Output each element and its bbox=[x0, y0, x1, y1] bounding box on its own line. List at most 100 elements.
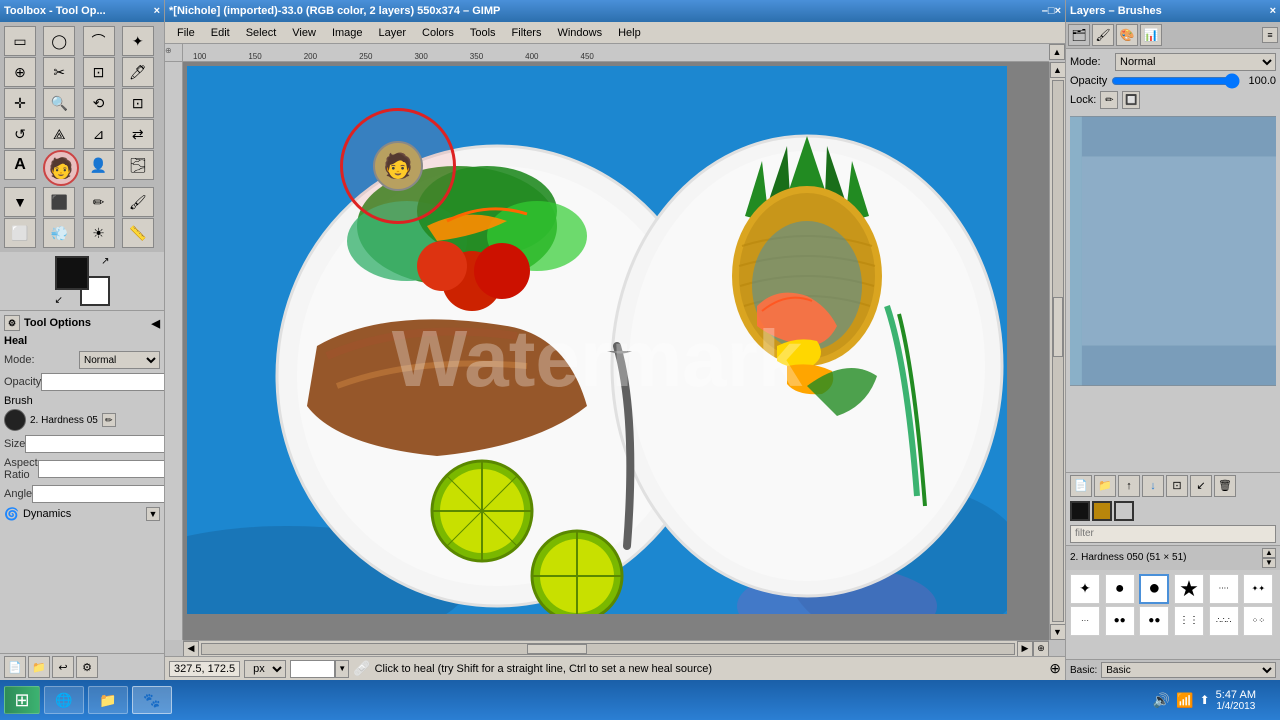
layers-tab-icon1[interactable]: 🗂 bbox=[1068, 24, 1090, 46]
color-swap-icon[interactable]: ↗ bbox=[101, 256, 109, 267]
scroll-up-btn[interactable]: ▲ bbox=[1049, 44, 1065, 60]
expand-status-btn[interactable]: ⊕ bbox=[1049, 660, 1061, 677]
lock-pixels-btn[interactable]: ✏ bbox=[1100, 91, 1118, 109]
undo-btn[interactable]: ↩ bbox=[52, 656, 74, 678]
airbrush-tool[interactable]: 💨 bbox=[43, 218, 75, 248]
unit-selector[interactable]: px bbox=[244, 660, 286, 678]
brush-preview[interactable] bbox=[4, 409, 26, 431]
black-swatch[interactable] bbox=[1070, 501, 1090, 521]
menu-select[interactable]: Select bbox=[238, 25, 285, 41]
zoom-input[interactable]: 200 % bbox=[290, 660, 335, 678]
zoom-dropdown-btn[interactable]: ▼ bbox=[335, 660, 349, 678]
menu-tools[interactable]: Tools bbox=[462, 25, 504, 41]
menu-colors[interactable]: Colors bbox=[414, 25, 462, 41]
text-tool[interactable]: A bbox=[4, 150, 36, 180]
brush-item-8[interactable]: ●● bbox=[1105, 606, 1135, 636]
grey-swatch[interactable] bbox=[1114, 501, 1134, 521]
scroll-up-btn2[interactable]: ▲ bbox=[1050, 62, 1066, 78]
rotate-tool[interactable]: ↺ bbox=[4, 119, 36, 149]
layers-tab-icon3[interactable]: 🎨 bbox=[1116, 24, 1138, 46]
transform-tool[interactable]: ⟲ bbox=[83, 88, 115, 118]
size-input[interactable]: 20.00 bbox=[25, 435, 164, 453]
zoom-tool[interactable]: 🔍 bbox=[43, 88, 75, 118]
zoom-fit-btn[interactable]: ⊕ bbox=[1033, 641, 1049, 657]
taskbar-gimp-btn[interactable]: 🐾 bbox=[132, 686, 172, 714]
reset-colors-icon[interactable]: ↙ bbox=[55, 295, 63, 306]
eraser-tool[interactable]: ⬜ bbox=[4, 218, 36, 248]
menu-help[interactable]: Help bbox=[610, 25, 649, 41]
delete-layer-btn[interactable]: 🗑 bbox=[1214, 475, 1236, 497]
new-image-btn[interactable]: 📄 bbox=[4, 656, 26, 678]
anchor-layer-btn[interactable]: ↙ bbox=[1190, 475, 1212, 497]
paths-tool[interactable]: 🖊 bbox=[122, 57, 154, 87]
h-scroll-thumb[interactable] bbox=[527, 644, 587, 654]
clone-tool[interactable]: 👤 bbox=[83, 150, 115, 180]
perspective-tool[interactable]: ⊿ bbox=[83, 119, 115, 149]
scroll-down-btn[interactable]: ▼ bbox=[1050, 624, 1066, 640]
layer-opacity-slider[interactable] bbox=[1111, 74, 1240, 88]
brush-item-11[interactable]: ∴∴∴ bbox=[1209, 606, 1239, 636]
inner-canvas-area[interactable]: Watermark BLUQ... 🧑 bbox=[183, 62, 1049, 640]
brush-edit-btn[interactable]: ✏ bbox=[102, 413, 116, 427]
fuzzy-select-tool[interactable]: ✦ bbox=[122, 26, 154, 56]
raise-layer-btn[interactable]: ↑ bbox=[1118, 475, 1140, 497]
layers-close-btn[interactable]: × bbox=[1270, 5, 1276, 17]
opacity-input[interactable]: 100.0 bbox=[41, 373, 164, 391]
aspect-input[interactable]: 0.00 bbox=[38, 460, 164, 478]
h-scroll-track[interactable] bbox=[201, 643, 1015, 655]
brush-item-6[interactable]: ✦✦ bbox=[1243, 574, 1273, 604]
free-select-tool[interactable]: ⌒ bbox=[83, 26, 115, 56]
dodge-tool[interactable]: ☀ bbox=[83, 218, 115, 248]
scroll-left-btn[interactable]: ◀ bbox=[183, 641, 199, 657]
brush-item-12[interactable]: ⁘⁘ bbox=[1243, 606, 1273, 636]
taskbar-explorer-btn[interactable]: 📁 bbox=[88, 686, 128, 714]
ellipse-select-tool[interactable]: ◯ bbox=[43, 26, 75, 56]
brush-item-10[interactable]: ⋮⋮ bbox=[1174, 606, 1204, 636]
layers-tab-icon4[interactable]: 📊 bbox=[1140, 24, 1162, 46]
brush-item-7[interactable]: ··· bbox=[1070, 606, 1100, 636]
bucket-fill-tool[interactable]: ▼ bbox=[4, 187, 36, 217]
lock-position-btn[interactable]: 🔲 bbox=[1122, 91, 1140, 109]
menu-layer[interactable]: Layer bbox=[371, 25, 415, 41]
menu-windows[interactable]: Windows bbox=[549, 25, 610, 41]
mode-select[interactable]: Normal bbox=[79, 351, 160, 369]
brush-item-1[interactable]: ✦ bbox=[1070, 574, 1100, 604]
shear-tool[interactable]: ⟁ bbox=[43, 119, 75, 149]
v-scroll-thumb[interactable] bbox=[1053, 297, 1063, 357]
heal-tool[interactable]: 🧑 bbox=[43, 150, 79, 186]
rect-select-tool[interactable]: ▭ bbox=[4, 26, 36, 56]
clock-display[interactable]: 5:47 AM 1/4/2013 bbox=[1216, 689, 1256, 712]
menu-view[interactable]: View bbox=[284, 25, 324, 41]
toolbox-close-btn[interactable]: × bbox=[154, 5, 160, 17]
smudge-tool2[interactable]: 🌫 bbox=[122, 150, 154, 180]
measure-tool[interactable]: 📏 bbox=[122, 218, 154, 248]
dynamics-toggle[interactable]: ▼ bbox=[146, 507, 160, 521]
move-tool[interactable]: ✛ bbox=[4, 88, 36, 118]
brush-item-9[interactable]: ●● bbox=[1139, 606, 1169, 636]
brush-scroll-up[interactable]: ▲ bbox=[1262, 548, 1276, 558]
scissors-tool[interactable]: ✂ bbox=[43, 57, 75, 87]
brush-item-4[interactable]: ★ bbox=[1174, 574, 1204, 604]
redo-btn[interactable]: ⚙ bbox=[76, 656, 98, 678]
taskbar-ie-btn[interactable]: 🌐 bbox=[44, 686, 84, 714]
menu-file[interactable]: File bbox=[169, 25, 203, 41]
scroll-right-btn[interactable]: ▶ bbox=[1017, 641, 1033, 657]
open-image-btn[interactable]: 📁 bbox=[28, 656, 50, 678]
duplicate-layer-btn[interactable]: ⊡ bbox=[1166, 475, 1188, 497]
tool-options-icon[interactable]: ⚙ bbox=[4, 315, 20, 331]
brushes-category-select[interactable]: Basic bbox=[1101, 662, 1276, 678]
v-scroll-track[interactable] bbox=[1052, 80, 1064, 622]
menu-edit[interactable]: Edit bbox=[203, 25, 238, 41]
lower-layer-btn[interactable]: ↓ bbox=[1142, 475, 1164, 497]
brush-item-3[interactable]: ● bbox=[1139, 574, 1169, 604]
menu-image[interactable]: Image bbox=[324, 25, 371, 41]
new-layer-group-btn[interactable]: 📁 bbox=[1094, 475, 1116, 497]
layers-panel-menu[interactable]: ≡ bbox=[1262, 27, 1278, 43]
brush-tool[interactable]: 🖌 bbox=[122, 187, 154, 217]
flip-tool[interactable]: ⇄ bbox=[122, 119, 154, 149]
foreground-color-swatch[interactable] bbox=[55, 256, 89, 290]
brush-scroll-down[interactable]: ▼ bbox=[1262, 558, 1276, 568]
layer-mode-select[interactable]: Normal bbox=[1115, 53, 1276, 71]
start-button[interactable]: ⊞ bbox=[4, 686, 40, 714]
tool-options-collapse[interactable]: ◀ bbox=[152, 317, 160, 330]
